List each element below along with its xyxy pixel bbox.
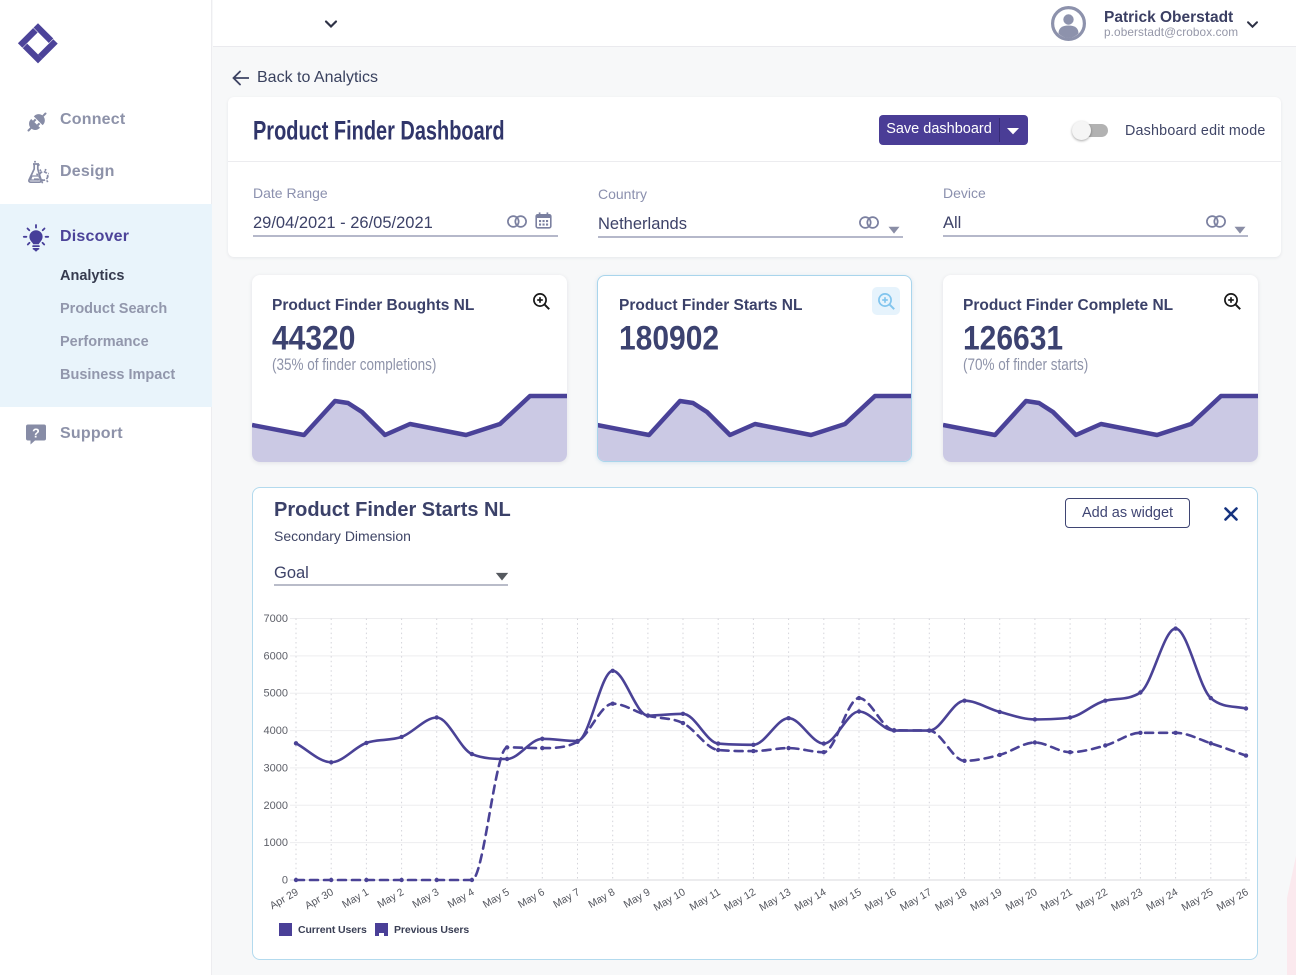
svg-text:May 24: May 24 [1144,886,1180,914]
svg-text:May 14: May 14 [792,886,828,914]
svg-text:6000: 6000 [264,650,288,662]
svg-text:May 13: May 13 [757,886,793,914]
svg-text:May 6: May 6 [516,886,547,911]
svg-text:May 9: May 9 [622,886,653,911]
svg-text:May 25: May 25 [1179,886,1215,914]
svg-text:1000: 1000 [264,837,288,849]
svg-text:May 2: May 2 [375,886,406,911]
svg-text:May 17: May 17 [898,886,934,914]
svg-text:0: 0 [282,875,288,887]
svg-text:May 16: May 16 [863,886,899,914]
svg-text:May 4: May 4 [446,886,477,911]
svg-text:May 23: May 23 [1109,886,1145,914]
svg-text:May 5: May 5 [481,886,512,911]
svg-text:May 7: May 7 [551,886,582,911]
svg-text:May 8: May 8 [586,886,617,911]
svg-text:May 11: May 11 [688,886,723,913]
svg-text:May 1: May 1 [340,886,371,911]
svg-text:May 19: May 19 [968,886,1004,914]
svg-text:Apr 30: Apr 30 [303,886,336,912]
svg-text:May 26: May 26 [1215,886,1251,914]
svg-text:7000: 7000 [264,613,288,625]
svg-text:May 22: May 22 [1074,886,1110,914]
svg-text:May 3: May 3 [410,886,441,911]
svg-text:?: ? [32,427,40,441]
svg-text:May 18: May 18 [933,886,969,914]
svg-text:May 21: May 21 [1039,886,1075,914]
svg-text:May 20: May 20 [1004,886,1040,914]
svg-text:2000: 2000 [264,800,288,812]
svg-text:4000: 4000 [264,725,288,737]
svg-text:May 10: May 10 [652,886,688,914]
svg-text:Apr 29: Apr 29 [268,886,301,912]
svg-text:May 12: May 12 [722,886,758,914]
svg-text:May 15: May 15 [828,886,864,914]
svg-text:3000: 3000 [264,762,288,774]
svg-text:5000: 5000 [264,688,288,700]
